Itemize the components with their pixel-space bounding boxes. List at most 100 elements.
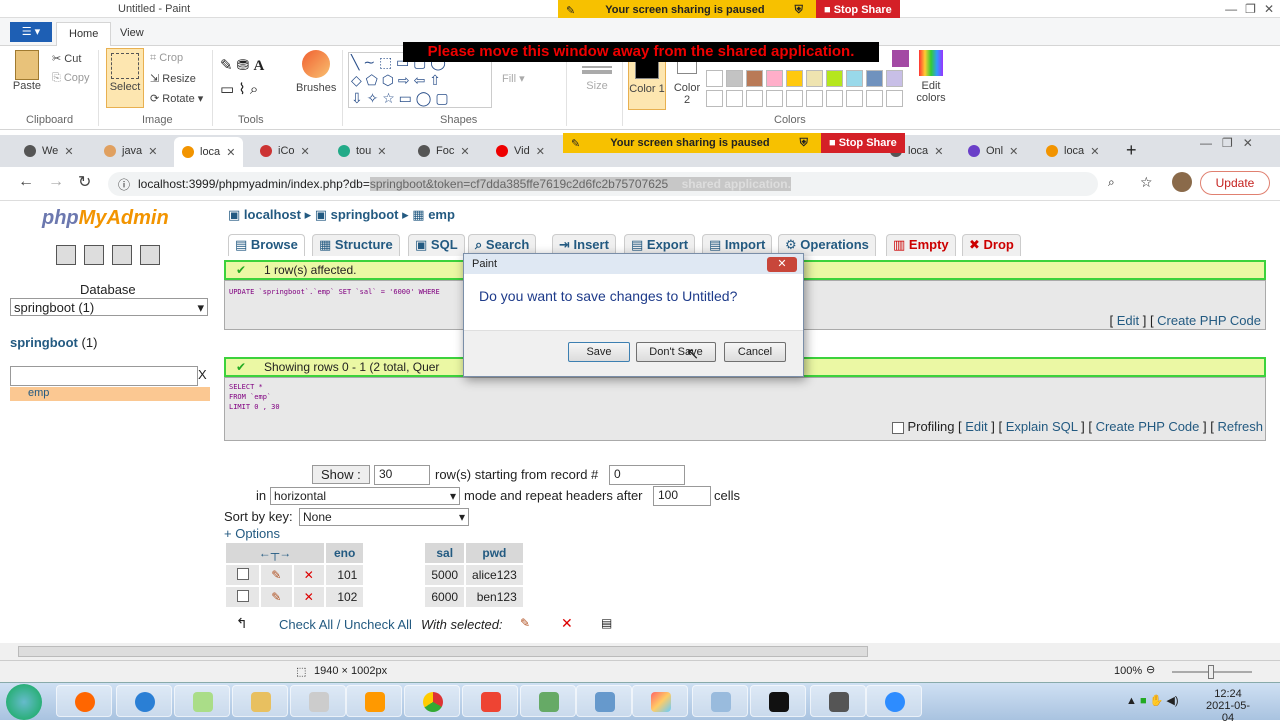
- bulk-export-icon[interactable]: ▤: [601, 616, 612, 630]
- taskbar-app[interactable]: [576, 685, 632, 717]
- sql-icon[interactable]: [84, 245, 104, 265]
- fill-dropdown[interactable]: Fill ▾: [502, 72, 525, 85]
- browser-tab-active[interactable]: loca ✕: [174, 137, 244, 167]
- dialog-close-button[interactable]: ✕: [767, 257, 797, 272]
- create-php-link[interactable]: Create PHP Code: [1157, 313, 1261, 328]
- taskbar-media[interactable]: [346, 685, 402, 717]
- clock[interactable]: 12:24 2021-05-04: [1200, 688, 1256, 724]
- back-icon[interactable]: ←: [18, 173, 34, 191]
- rows-count-input[interactable]: 30: [374, 465, 430, 485]
- refresh-link[interactable]: Refresh: [1217, 419, 1263, 434]
- star-icon[interactable]: ☆: [1140, 174, 1153, 191]
- repeat-headers-input[interactable]: 100: [653, 486, 711, 506]
- file-menu-button[interactable]: ☰ ▾: [10, 22, 52, 42]
- taskbar-firefox[interactable]: [56, 685, 112, 717]
- zoom-slider[interactable]: [1172, 665, 1252, 679]
- taskbar-app[interactable]: [520, 685, 576, 717]
- scroll-thumb[interactable]: [18, 646, 868, 657]
- edit-link-2[interactable]: Edit: [965, 419, 987, 434]
- avatar[interactable]: [1172, 172, 1192, 192]
- edit-link[interactable]: Edit: [1117, 313, 1139, 328]
- zoom-icon[interactable]: ⌕: [1108, 175, 1115, 190]
- col-sal[interactable]: sal: [425, 543, 465, 563]
- home-icon[interactable]: [56, 245, 76, 265]
- tab-view[interactable]: View: [108, 22, 156, 46]
- taskbar-cmd[interactable]: [750, 685, 806, 717]
- eraser-icon[interactable]: ▭: [220, 81, 234, 98]
- resize-button[interactable]: ⇲ Resize: [150, 72, 196, 85]
- profiling-checkbox[interactable]: [891, 421, 904, 434]
- bulk-edit-icon[interactable]: ✎: [520, 616, 530, 630]
- horizontal-scrollbar[interactable]: [0, 643, 1280, 660]
- sidebar-item-emp[interactable]: emp: [10, 387, 210, 401]
- tab-empty[interactable]: ▥ Empty: [886, 234, 956, 256]
- copy-button[interactable]: ⎘ Copy: [52, 72, 90, 85]
- taskbar-app[interactable]: [290, 685, 346, 717]
- color-palette[interactable]: [706, 70, 910, 107]
- edit-colors-button[interactable]: Edit colors: [914, 50, 948, 104]
- purple-swatch[interactable]: [892, 50, 909, 67]
- show-button[interactable]: Show :: [312, 465, 370, 484]
- magnifier-icon[interactable]: ⌕: [250, 81, 258, 98]
- browser-tab[interactable]: Vid ✕: [496, 140, 545, 162]
- browser-tab[interactable]: loca ✕: [1046, 140, 1099, 162]
- edit-icon[interactable]: ✎: [261, 565, 292, 585]
- taskbar-git[interactable]: [462, 685, 518, 717]
- taskbar-zoom[interactable]: [866, 685, 922, 717]
- check-all-link[interactable]: Check All / Uncheck All: [279, 617, 412, 632]
- pma-logo[interactable]: phpMyAdmin: [42, 207, 169, 230]
- row-checkbox[interactable]: [236, 567, 249, 580]
- rotate-button[interactable]: ⟳ Rotate ▾: [150, 92, 203, 105]
- col-pwd[interactable]: pwd: [466, 543, 523, 563]
- help-icon[interactable]: [112, 245, 132, 265]
- info-icon[interactable]: ⓘ: [118, 176, 130, 193]
- table-filter-input[interactable]: [10, 366, 198, 386]
- sidebar-db-link[interactable]: springboot (1): [10, 335, 97, 350]
- stop-share-button-2[interactable]: ■ Stop Share: [821, 133, 905, 153]
- paste-button[interactable]: Paste: [12, 50, 42, 92]
- browser-tab[interactable]: iCo ✕: [260, 140, 310, 162]
- text-icon[interactable]: A: [254, 58, 265, 74]
- forward-icon[interactable]: →: [48, 173, 64, 191]
- reload-icon[interactable]: ↻: [78, 172, 91, 192]
- tab-structure[interactable]: ▦ Structure: [312, 234, 400, 256]
- taskbar-paint[interactable]: [632, 685, 688, 717]
- delete-icon[interactable]: ✕: [293, 587, 324, 607]
- maximize-icon[interactable]: ❐: [1245, 2, 1256, 16]
- tray-icons[interactable]: ▲ ■ ✋ ◀): [1126, 694, 1179, 707]
- create-php-link-2[interactable]: Create PHP Code: [1096, 419, 1200, 434]
- browser-tab[interactable]: tou ✕: [338, 140, 387, 162]
- query-icon[interactable]: [140, 245, 160, 265]
- size-button[interactable]: Size: [582, 66, 612, 92]
- tab-browse[interactable]: ▤ Browse: [228, 234, 305, 256]
- browser-tab[interactable]: java ✕: [104, 140, 157, 162]
- tab-drop[interactable]: ✖ Drop: [962, 234, 1021, 256]
- start-button[interactable]: [6, 684, 42, 720]
- row-checkbox[interactable]: [236, 589, 249, 602]
- stop-share-button[interactable]: ■ Stop Share: [816, 0, 900, 20]
- cancel-button[interactable]: Cancel: [724, 342, 786, 362]
- taskbar-chrome[interactable]: [404, 685, 460, 717]
- tab-home[interactable]: Home: [56, 22, 112, 46]
- start-record-input[interactable]: 0: [609, 465, 685, 485]
- sort-select[interactable]: None ▾: [299, 508, 469, 526]
- bulk-delete-icon[interactable]: ✕: [561, 615, 573, 632]
- explain-sql-link[interactable]: Explain SQL: [1006, 419, 1078, 434]
- browser-tab[interactable]: We ✕: [24, 140, 74, 162]
- browser-tab[interactable]: Foc ✕: [418, 140, 470, 162]
- brushes-button[interactable]: Brushes: [296, 50, 336, 94]
- taskbar-app[interactable]: [174, 685, 230, 717]
- clear-filter-icon[interactable]: X: [198, 367, 207, 382]
- select-button[interactable]: Select: [106, 48, 144, 108]
- cut-button[interactable]: ✂ Cut: [52, 52, 81, 65]
- taskbar-explorer[interactable]: [232, 685, 288, 717]
- browser-tab[interactable]: Onl ✕: [968, 140, 1018, 162]
- update-button[interactable]: Update: [1200, 171, 1270, 195]
- save-button[interactable]: Save: [568, 342, 630, 362]
- taskbar-app[interactable]: [692, 685, 748, 717]
- color-picker-icon[interactable]: ⌇: [238, 81, 245, 98]
- delete-icon[interactable]: ✕: [293, 565, 324, 585]
- fill-icon[interactable]: ⛃: [237, 57, 250, 74]
- tab-sql[interactable]: ▣ SQL: [408, 234, 465, 256]
- mode-select[interactable]: horizontal ▾: [270, 487, 460, 505]
